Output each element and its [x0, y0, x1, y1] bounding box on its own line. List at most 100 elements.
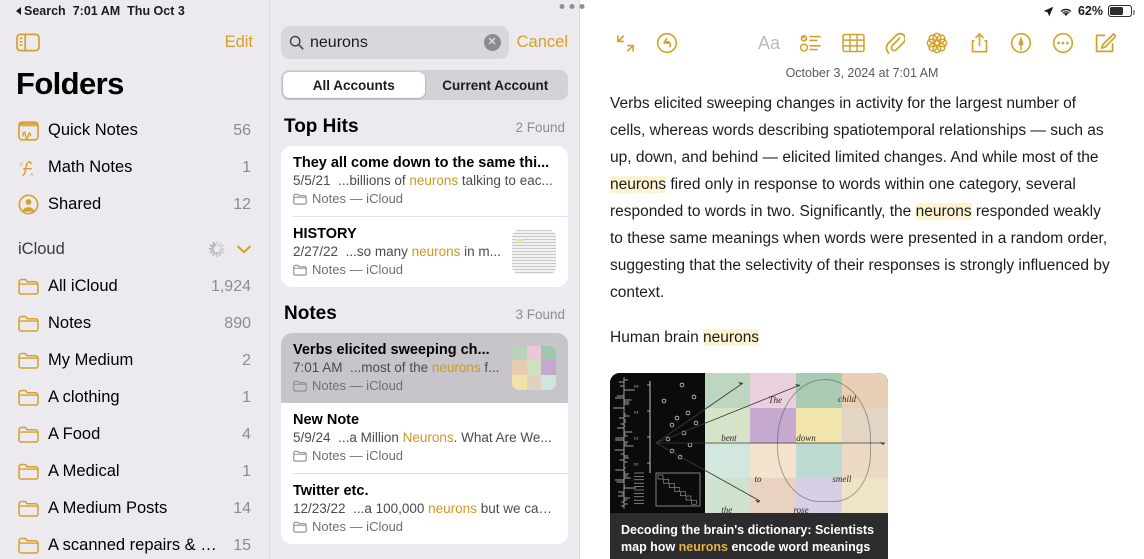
search-query-text: neurons — [310, 33, 368, 51]
sidebar-item-count: 56 — [233, 121, 251, 139]
attachment-paperclip-icon[interactable] — [874, 24, 916, 62]
note-thumbnail-document — [512, 229, 556, 274]
search-bar: neurons ✕ Cancel — [270, 22, 579, 59]
image-flower-icon[interactable] — [916, 24, 958, 62]
result-title: Twitter etc. — [293, 483, 369, 499]
sidebar-item-label: Quick Notes — [48, 121, 138, 139]
sidebar-item-folder[interactable]: A Food 4 — [10, 416, 259, 453]
note-body[interactable]: Verbs elicited sweeping changes in activ… — [580, 80, 1144, 559]
result-text: Twitter etc. 12/23/22 ...a 100,000 neuron… — [293, 483, 556, 534]
sidebar-item-label: Notes — [48, 314, 92, 332]
sidebar-item-label: All iCloud — [48, 277, 118, 295]
sidebar-item-folder[interactable]: A Medium Posts 14 — [10, 490, 259, 527]
result-text: They all come down to the same thi... 5/5… — [293, 155, 556, 206]
sidebar-item-shared[interactable]: Shared 12 — [10, 186, 259, 223]
sidebar-item-label: A scanned repairs & mai... — [48, 536, 226, 554]
link-title-post: encode word meanings — [727, 539, 871, 554]
search-results-column: neurons ✕ Cancel All Accounts Current Ac… — [270, 0, 580, 559]
shared-person-icon — [18, 194, 44, 215]
multitasking-handle[interactable] — [559, 4, 585, 9]
sidebar-item-folder[interactable]: A clothing 1 — [10, 379, 259, 416]
sidebar-item-count: 2 — [242, 351, 251, 369]
edit-button[interactable]: Edit — [225, 33, 253, 52]
result-location: Notes — iCloud — [293, 519, 556, 534]
result-date: 5/9/24 — [293, 430, 331, 445]
link-image-word: The — [768, 395, 782, 406]
chevron-down-icon[interactable] — [237, 245, 251, 254]
link-image-word: the — [721, 504, 733, 513]
clear-search-icon[interactable]: ✕ — [483, 34, 501, 51]
result-text: HISTORY 2/27/22 ...so many neurons in m..… — [293, 226, 502, 277]
undo-icon[interactable] — [646, 24, 688, 62]
sidebar-item-count: 12 — [233, 195, 251, 213]
svg-text:x: x — [29, 171, 33, 178]
result-title: New Note — [293, 412, 360, 428]
search-result-row[interactable]: They all come down to the same thi... 5/5… — [281, 146, 568, 216]
account-scope-segmented-control[interactable]: All Accounts Current Account — [281, 70, 568, 100]
result-date: 7:01 AM — [293, 360, 343, 375]
sidebar-top-list: Quick Notes 56 y x Math Notes 1 Shared 1… — [0, 112, 269, 559]
collapse-expand-icon[interactable] — [604, 24, 646, 62]
result-snippet: 2/27/22 ...so many neurons in m... — [293, 244, 501, 259]
link-preview-card[interactable]: 0.6 0.4 0.2 0.0 The child bent down to smell the ro… — [610, 373, 888, 559]
sidebar-item-count: 1 — [242, 388, 251, 406]
handle-dot — [569, 4, 575, 9]
svg-text:0.6: 0.6 — [634, 385, 639, 389]
share-icon[interactable] — [958, 24, 1000, 62]
search-result-row[interactable]: Twitter etc. 12/23/22 ...a 100,000 neuron… — [281, 474, 568, 544]
note-paragraph: Verbs elicited sweeping changes in activ… — [610, 90, 1114, 306]
notes-app-window: Search 7:01 AM Thu Oct 3 62% Edit Folder… — [0, 0, 1144, 559]
note-detail-pane: Aa October 3, 2024 at 7:01 AM Verbs elic… — [580, 0, 1144, 559]
cancel-search-button[interactable]: Cancel — [517, 33, 568, 52]
folder-icon — [18, 500, 44, 517]
result-snippet: 12/23/22 ...a 100,000 neurons but we can… — [293, 501, 556, 516]
more-options-icon[interactable] — [1042, 24, 1084, 62]
search-input[interactable]: neurons ✕ — [281, 26, 509, 59]
format-text-icon[interactable]: Aa — [748, 24, 790, 62]
sidebar-item-count: 1,924 — [210, 277, 251, 295]
table-icon[interactable] — [832, 24, 874, 62]
result-location: Notes — iCloud — [293, 448, 556, 463]
scope-current-account[interactable]: Current Account — [425, 72, 567, 98]
search-result-row[interactable]: HISTORY 2/27/22 ...so many neurons in m..… — [281, 217, 568, 287]
sidebar-item-folder[interactable]: A Medical 1 — [10, 453, 259, 490]
svg-text:0.0: 0.0 — [634, 463, 639, 467]
sidebar-item-folder[interactable]: A scanned repairs & mai... 15 — [10, 527, 259, 559]
search-result-row[interactable]: Verbs elicited sweeping ch... 7:01 AM ...… — [281, 333, 568, 403]
compose-new-note-icon[interactable] — [1084, 24, 1126, 62]
sidebar-item-folder[interactable]: My Medium 2 — [10, 342, 259, 379]
note-text: Human brain — [610, 329, 704, 346]
folder-icon — [18, 352, 44, 369]
link-preview-meta: Decoding the brain's dictionary: Scienti… — [610, 513, 888, 559]
sidebar-item-folder[interactable]: Notes 890 — [10, 305, 259, 342]
scope-all-accounts[interactable]: All Accounts — [283, 72, 425, 98]
search-result-row[interactable]: New Note 5/9/24 ...a Million Neurons. Wha… — [281, 403, 568, 473]
sidebar-item-label: A Food — [48, 425, 101, 443]
sidebar-item-quick-notes[interactable]: Quick Notes 56 — [10, 112, 259, 149]
sidebar-item-label: A Medium Posts — [48, 499, 168, 517]
note-paragraph: Human brain neurons — [610, 324, 1114, 351]
sidebar-item-folder[interactable]: All iCloud 1,924 — [10, 268, 259, 305]
format-text-label: Aa — [757, 32, 781, 53]
result-snippet: 5/5/21 ...billions of neurons talking to… — [293, 173, 553, 188]
markup-pen-icon[interactable] — [1000, 24, 1042, 62]
folder-icon — [18, 389, 44, 406]
quick-notes-icon — [18, 120, 44, 141]
folder-icon — [293, 193, 307, 205]
sidebar-item-label: Shared — [48, 195, 102, 213]
link-image-word: rose — [793, 504, 809, 513]
sidebar-toggle-icon[interactable] — [16, 33, 40, 52]
link-image-word: smell — [832, 473, 852, 484]
result-date: 12/23/22 — [293, 501, 346, 516]
result-location: Notes — iCloud — [293, 378, 502, 393]
search-icon — [289, 35, 304, 50]
math-notes-icon: y x — [18, 158, 44, 178]
search-group-title: Top Hits — [284, 116, 359, 137]
folder-icon — [18, 278, 44, 295]
folder-icon — [18, 315, 44, 332]
sidebar-section-icloud[interactable]: iCloud — [10, 230, 259, 268]
link-title-highlight: neurons — [678, 539, 728, 554]
sidebar-item-math-notes[interactable]: y x Math Notes 1 — [10, 149, 259, 186]
handle-dot — [579, 4, 585, 9]
checklist-icon[interactable] — [790, 24, 832, 62]
